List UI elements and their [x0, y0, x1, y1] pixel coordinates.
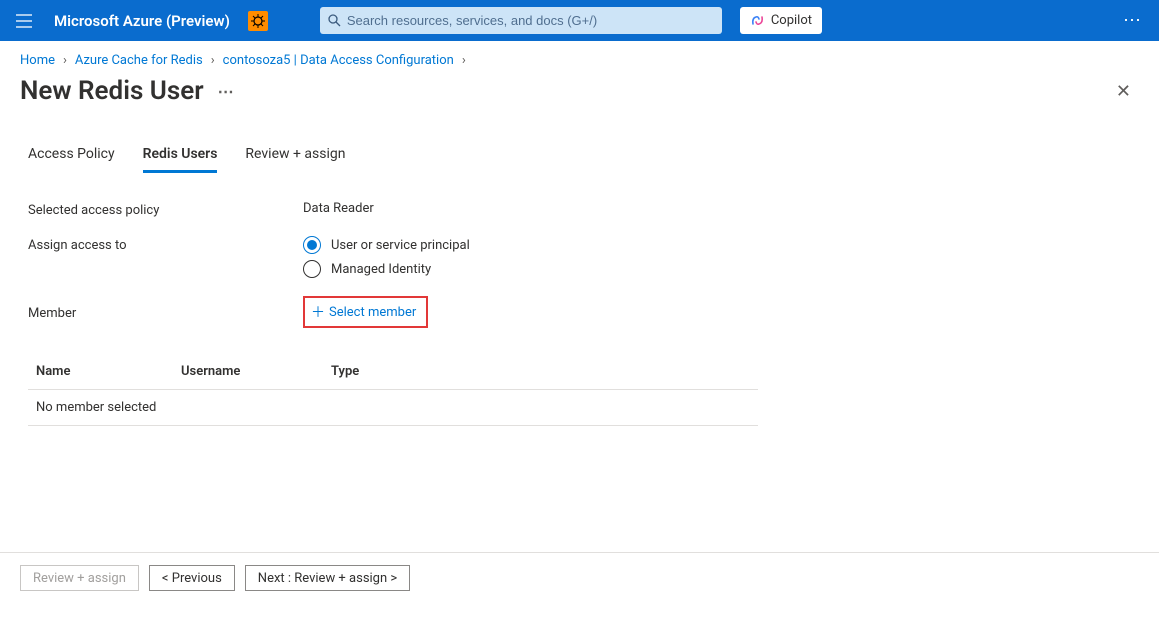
chevron-right-icon: › [211, 53, 215, 68]
command-bar: Review + assign < Previous Next : Review… [0, 552, 1159, 603]
previous-button[interactable]: < Previous [149, 565, 235, 591]
radio-mi-label: Managed Identity [331, 262, 431, 277]
radio-user-principal[interactable]: User or service principal [303, 236, 470, 254]
breadcrumb-item-cache[interactable]: Azure Cache for Redis [75, 53, 203, 68]
member-label: Member [28, 304, 303, 321]
col-username: Username [173, 354, 323, 390]
members-table: Name Username Type No member selected [28, 354, 758, 426]
radio-managed-identity[interactable]: Managed Identity [303, 260, 470, 278]
title-row: New Redis User ⋯ ✕ [0, 72, 1159, 110]
copilot-icon [750, 13, 765, 28]
tab-access-policy[interactable]: Access Policy [28, 146, 115, 173]
top-bar: Microsoft Azure (Preview) Copilot ⋯ [0, 0, 1159, 41]
copilot-label: Copilot [771, 13, 812, 28]
select-member-link[interactable]: ＋ Select member [303, 296, 428, 328]
form-area: Selected access policy Data Reader Assig… [0, 173, 760, 328]
radio-icon [303, 260, 321, 278]
breadcrumb: Home › Azure Cache for Redis › contosoza… [0, 41, 1159, 72]
col-type: Type [323, 354, 758, 390]
breadcrumb-item-home[interactable]: Home [20, 53, 55, 68]
review-assign-button[interactable]: Review + assign [20, 565, 139, 591]
selected-policy-value: Data Reader [303, 201, 374, 216]
search-box[interactable] [320, 7, 722, 34]
chevron-right-icon: › [462, 53, 466, 68]
close-icon[interactable]: ✕ [1116, 81, 1131, 102]
page-title: New Redis User [20, 76, 204, 106]
title-more-icon[interactable]: ⋯ [218, 82, 234, 101]
next-button[interactable]: Next : Review + assign > [245, 565, 410, 591]
breadcrumb-item-resource[interactable]: contosoza5 | Data Access Configuration [223, 53, 454, 68]
empty-row-text: No member selected [28, 390, 758, 426]
assign-access-label: Assign access to [28, 236, 303, 253]
table-row: No member selected [28, 390, 758, 426]
radio-user-label: User or service principal [331, 238, 470, 253]
top-right: ⋯ [1123, 12, 1151, 30]
azure-brand[interactable]: Microsoft Azure (Preview) [48, 12, 236, 30]
more-icon[interactable]: ⋯ [1123, 12, 1143, 30]
preview-bug-icon[interactable] [248, 11, 268, 31]
select-member-text: Select member [329, 305, 416, 320]
search-input[interactable] [347, 13, 714, 28]
tabs: Access Policy Redis Users Review + assig… [0, 110, 1159, 173]
selected-policy-label: Selected access policy [28, 201, 303, 218]
menu-icon[interactable] [8, 5, 40, 37]
plus-icon: ＋ [311, 302, 325, 322]
tab-redis-users[interactable]: Redis Users [143, 146, 218, 173]
tab-review-assign[interactable]: Review + assign [245, 146, 345, 173]
copilot-button[interactable]: Copilot [740, 7, 822, 34]
chevron-right-icon: › [63, 53, 67, 68]
search-icon [328, 14, 341, 27]
radio-icon [303, 236, 321, 254]
col-name: Name [28, 354, 173, 390]
